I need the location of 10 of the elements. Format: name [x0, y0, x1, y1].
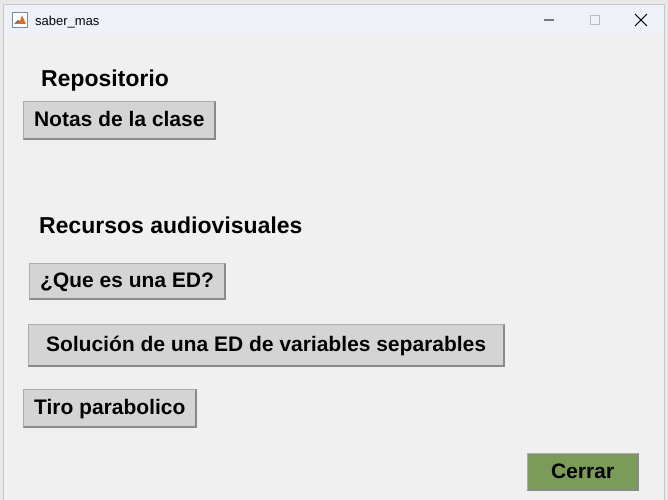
resource-button[interactable]: Notas de la clase	[23, 101, 216, 140]
close-icon[interactable]	[634, 13, 648, 27]
app-logo-icon	[12, 12, 28, 28]
resource-button[interactable]: ¿Que es una ED?	[29, 263, 226, 300]
resource-button[interactable]: Tiro parabolico	[23, 389, 198, 428]
resource-button[interactable]: Solución de una ED de variables separables	[28, 324, 505, 367]
close-button[interactable]: Cerrar	[527, 453, 639, 491]
window-title: saber_mas	[35, 12, 100, 28]
section-heading: Repositorio	[41, 65, 169, 91]
section-heading: Recursos audiovisuales	[39, 212, 302, 238]
